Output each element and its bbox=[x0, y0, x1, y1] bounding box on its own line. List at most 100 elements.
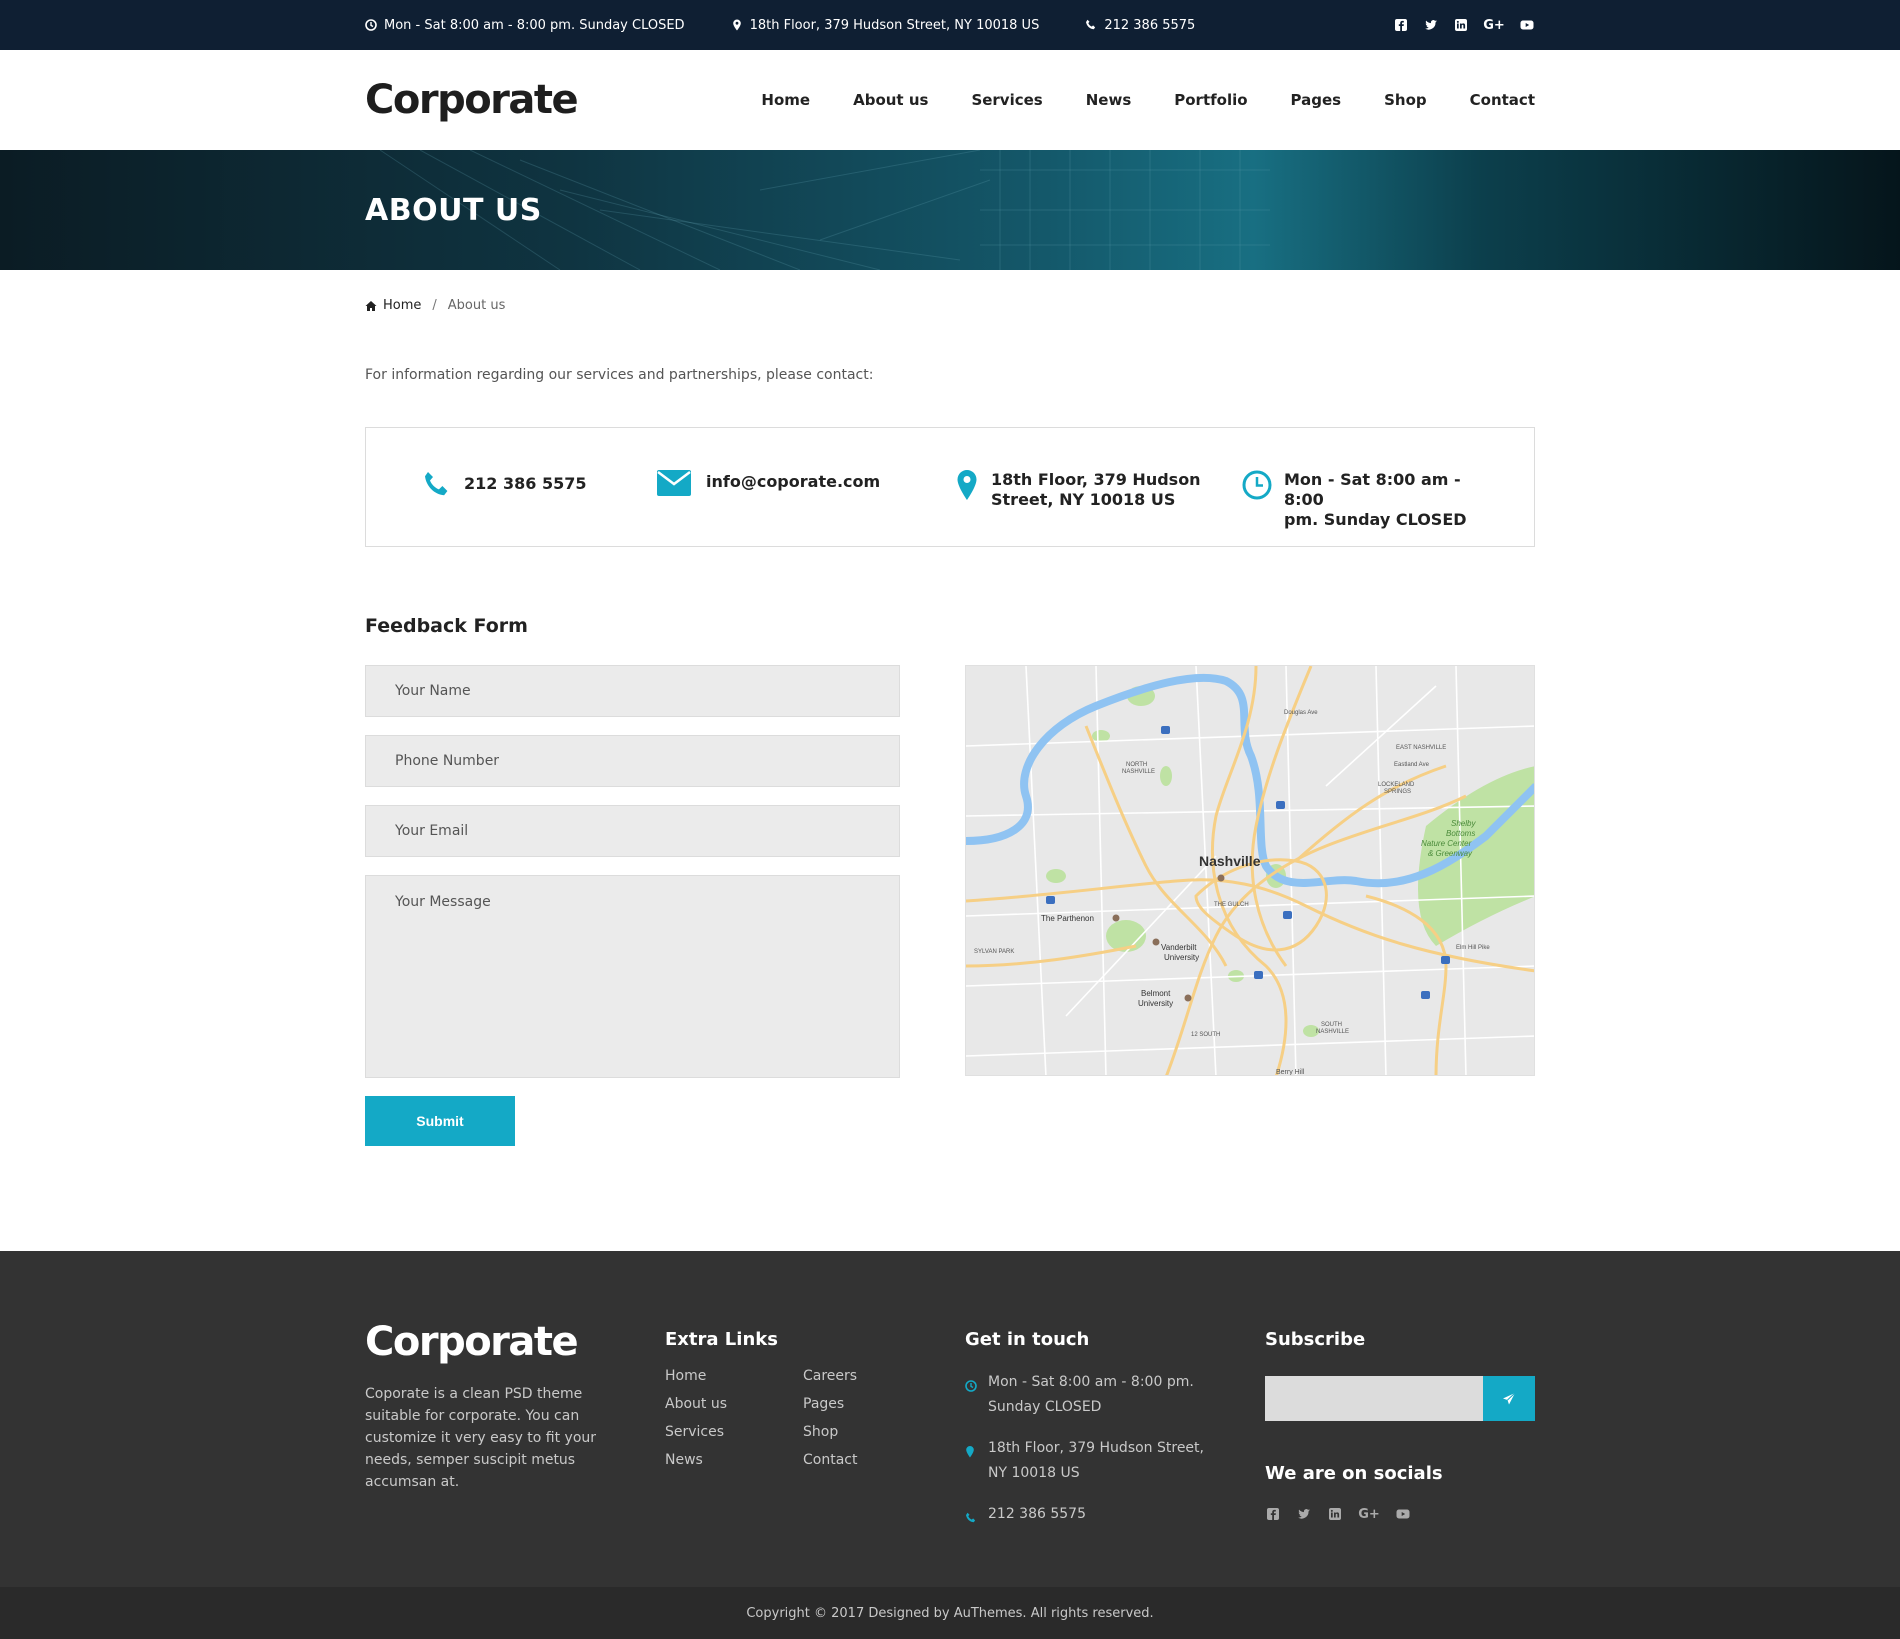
nav-about-us[interactable]: About us bbox=[853, 91, 928, 109]
map-label-douglas: Douglas Ave bbox=[1284, 710, 1318, 716]
footer-link-pages[interactable]: Pages bbox=[803, 1396, 941, 1412]
contact-hours-line2: pm. Sunday CLOSED bbox=[1284, 510, 1467, 529]
footer-link-shop[interactable]: Shop bbox=[803, 1424, 941, 1440]
message-textarea[interactable]: Your Message bbox=[365, 875, 900, 1078]
footer-get-in-touch: Get in touch Mon - Sat 8:00 am - 8:00 pm… bbox=[965, 1319, 1265, 1549]
clock-icon bbox=[365, 19, 377, 31]
linkedin-icon[interactable] bbox=[1327, 1506, 1343, 1522]
topbar-socials: G+ bbox=[1393, 17, 1535, 33]
footer-logo[interactable]: Corporate bbox=[365, 1319, 665, 1365]
map-pin-icon bbox=[957, 470, 977, 500]
topbar-phone: 212 386 5575 bbox=[1085, 18, 1195, 33]
map-label-south-nashville-2: NASHVILLE bbox=[1316, 1029, 1349, 1035]
footer-subscribe: Subscribe We are on socials G+ bbox=[1265, 1319, 1535, 1549]
contact-address: 18th Floor, 379 Hudson Street, NY 10018 … bbox=[957, 470, 1242, 510]
nav-portfolio[interactable]: Portfolio bbox=[1174, 91, 1247, 109]
subscribe-email-input[interactable] bbox=[1265, 1376, 1483, 1421]
intro-text: For information regarding our services a… bbox=[365, 367, 874, 383]
contact-phone-text: 212 386 5575 bbox=[464, 474, 587, 493]
nav-services[interactable]: Services bbox=[971, 91, 1042, 109]
nav-contact[interactable]: Contact bbox=[1470, 91, 1535, 109]
map-label-vanderbilt-2: University bbox=[1164, 953, 1199, 962]
submit-button[interactable]: Submit bbox=[365, 1096, 515, 1146]
footer-subscribe-title: Subscribe bbox=[1265, 1329, 1366, 1350]
map-label-elm-hill: Elm Hill Pike bbox=[1456, 945, 1490, 951]
map-label-lockeland: LOCKELAND bbox=[1378, 782, 1415, 788]
map-label-eastland: Eastland Ave bbox=[1394, 762, 1430, 768]
name-input[interactable]: Your Name bbox=[365, 665, 900, 717]
feedback-form: Your Name Phone Number Your Email Your M… bbox=[365, 665, 900, 1146]
breadcrumb-home[interactable]: Home bbox=[365, 298, 421, 313]
facebook-icon[interactable] bbox=[1393, 17, 1409, 33]
contact-info-box: 212 386 5575 info@coporate.com 18th Floo… bbox=[365, 427, 1535, 547]
breadcrumb-current: About us bbox=[447, 298, 506, 313]
phone-icon bbox=[965, 1502, 979, 1533]
map-label-bottoms: Bottoms bbox=[1446, 829, 1475, 838]
contact-phone: 212 386 5575 bbox=[422, 470, 657, 500]
phone-icon bbox=[422, 470, 452, 500]
map-label-12-south: 12 SOUTH bbox=[1191, 1032, 1220, 1038]
footer-link-home[interactable]: Home bbox=[665, 1368, 803, 1384]
nav-pages[interactable]: Pages bbox=[1291, 91, 1342, 109]
google-plus-icon[interactable]: G+ bbox=[1358, 1506, 1380, 1522]
nav-news[interactable]: News bbox=[1086, 91, 1132, 109]
clock-icon bbox=[965, 1370, 979, 1420]
paper-plane-icon bbox=[1503, 1392, 1516, 1404]
breadcrumb: Home / About us bbox=[365, 298, 1535, 313]
youtube-icon[interactable] bbox=[1519, 17, 1535, 33]
topbar-address-text: 18th Floor, 379 Hudson Street, NY 10018 … bbox=[749, 17, 1040, 33]
phone-icon bbox=[1086, 19, 1096, 30]
clock-icon bbox=[1242, 470, 1272, 500]
location-map[interactable]: Nashville NORTH NASHVILLE EAST NASHVILLE… bbox=[965, 665, 1535, 1076]
footer-contact-info: Mon - Sat 8:00 am - 8:00 pm. Sunday CLOS… bbox=[965, 1370, 1265, 1533]
subscribe-form bbox=[1265, 1376, 1535, 1421]
feedback-section: Your Name Phone Number Your Email Your M… bbox=[365, 665, 1535, 1146]
footer-phone-text: 212 386 5575 bbox=[988, 1506, 1086, 1522]
contact-hours: Mon - Sat 8:00 am - 8:00 pm. Sunday CLOS… bbox=[1242, 470, 1502, 530]
subscribe-button[interactable] bbox=[1483, 1376, 1535, 1421]
youtube-icon[interactable] bbox=[1395, 1506, 1411, 1522]
footer-links-list: Home Careers About us Pages Services Sho… bbox=[665, 1368, 965, 1468]
footer-socials: G+ bbox=[1265, 1506, 1535, 1522]
contact-address-line1: 18th Floor, 379 Hudson bbox=[991, 470, 1201, 489]
footer-link-news[interactable]: News bbox=[665, 1452, 803, 1468]
footer-about: Corporate Coporate is a clean PSD theme … bbox=[365, 1319, 665, 1549]
map-label-gulch: THE GULCH bbox=[1214, 902, 1249, 908]
footer-touch-title: Get in touch bbox=[965, 1329, 1090, 1350]
feedback-title: Feedback Form bbox=[365, 615, 528, 637]
footer-hours: Mon - Sat 8:00 am - 8:00 pm. Sunday CLOS… bbox=[965, 1370, 1265, 1420]
map-pin-icon bbox=[732, 19, 741, 31]
twitter-icon[interactable] bbox=[1296, 1506, 1312, 1522]
nav-shop[interactable]: Shop bbox=[1384, 91, 1427, 109]
footer-link-contact[interactable]: Contact bbox=[803, 1452, 941, 1468]
nav-home[interactable]: Home bbox=[761, 91, 810, 109]
footer-link-careers[interactable]: Careers bbox=[803, 1368, 941, 1384]
map-label-north-nashville-2: NASHVILLE bbox=[1122, 769, 1155, 775]
phone-input[interactable]: Phone Number bbox=[365, 735, 900, 787]
site-logo[interactable]: Corporate bbox=[365, 77, 579, 123]
home-icon bbox=[365, 300, 377, 311]
twitter-icon[interactable] bbox=[1423, 17, 1439, 33]
email-input[interactable]: Your Email bbox=[365, 805, 900, 857]
topbar-phone-text: 212 386 5575 bbox=[1104, 17, 1196, 33]
map-label-belmont-2: University bbox=[1138, 999, 1173, 1008]
page-title: ABOUT US bbox=[365, 192, 542, 228]
facebook-icon[interactable] bbox=[1265, 1506, 1281, 1522]
contact-email-text[interactable]: info@coporate.com bbox=[706, 470, 880, 492]
map-label-shelby: Shelby bbox=[1451, 819, 1476, 828]
footer-link-about-us[interactable]: About us bbox=[665, 1396, 803, 1412]
footer-description: Coporate is a clean PSD theme suitable f… bbox=[365, 1386, 597, 1490]
topbar-address: 18th Floor, 379 Hudson Street, NY 10018 … bbox=[731, 17, 1040, 33]
contact-hours-text: Mon - Sat 8:00 am - 8:00 pm. Sunday CLOS… bbox=[1284, 470, 1502, 530]
google-plus-icon[interactable]: G+ bbox=[1483, 17, 1505, 33]
map-canvas: Nashville NORTH NASHVILLE EAST NASHVILLE… bbox=[966, 666, 1534, 1075]
linkedin-icon[interactable] bbox=[1453, 17, 1469, 33]
map-label-sylvan: SYLVAN PARK bbox=[974, 949, 1014, 955]
footer-link-services[interactable]: Services bbox=[665, 1424, 803, 1440]
map-label-east-nashville: EAST NASHVILLE bbox=[1396, 745, 1446, 751]
copyright-text: Copyright © 2017 Designed by AuThemes. A… bbox=[746, 1605, 1154, 1621]
top-bar: Mon - Sat 8:00 am - 8:00 pm. Sunday CLOS… bbox=[0, 0, 1900, 50]
map-label-parthenon: The Parthenon bbox=[1041, 914, 1094, 923]
main-nav: Home About us Services News Portfolio Pa… bbox=[718, 91, 1535, 109]
contact-address-line2: Street, NY 10018 US bbox=[991, 490, 1176, 509]
